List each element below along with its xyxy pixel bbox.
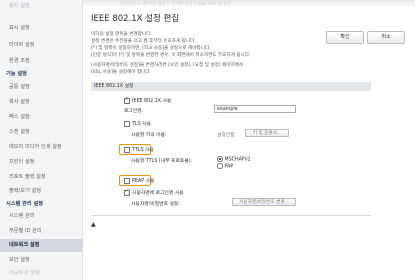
tls-use-label: TLS 사용: [132, 122, 151, 127]
notice-line: [*] 및 항목이 설정하려면, [TLS 사용]을 설정으로 해야합니다.: [91, 46, 211, 51]
notice-line: 설정 변경은 주전원을 끄고 켠 후부터 유효하게 됩니다.: [91, 39, 196, 44]
tls-use-checkbox[interactable]: [124, 120, 130, 127]
page-title: IEEE 802.1X 설정 편집: [91, 14, 180, 24]
ttls-inner-label: 사용할 TTLS (내부 프로토콜):: [131, 159, 193, 164]
sidebar-item-paper[interactable]: 용지 설정: [0, 0, 82, 13]
settings-panel: IEEE 802.1X 사용 로그인명: example TLS 사용 사용할 …: [91, 91, 371, 216]
sidebar-item-dept-id[interactable]: 부문별 ID 관리: [0, 225, 82, 238]
same-user-row: 사용자명에 로그인명 사용: [124, 188, 184, 196]
cancel-button[interactable]: 취소: [367, 31, 405, 44]
ieee-use-checkbox[interactable]: [124, 96, 130, 104]
notice-line: [SSL 사용]을 설정해야 합니다.: [91, 70, 152, 75]
peap-use-checkbox[interactable]: [124, 177, 130, 184]
sidebar-item-printer[interactable]: 프린터 설정: [0, 156, 82, 169]
sidebar-item-scan[interactable]: 스캔 설정: [0, 126, 82, 139]
tls-use-row: TLS 사용: [124, 120, 151, 127]
same-user-checkbox[interactable]: [124, 188, 130, 196]
sidebar: 용지 설정 표시 설정 타이머 설정 환경 조정 기능 설정 공통 설정 복사 …: [0, 0, 83, 280]
ok-button[interactable]: 확인: [326, 31, 364, 44]
ieee-use-label: IEEE 802.1X 사용: [132, 99, 172, 104]
sidebar-item-memory-media[interactable]: 메모리 미디어 인쇄 설정: [0, 141, 82, 154]
tls-key-label: 사용할 키의 이름:: [131, 133, 167, 138]
sidebar-item-fax[interactable]: 팩스 설정: [0, 111, 82, 124]
notice-line: 이하의 설정 항목을 변경합니다.: [91, 32, 152, 37]
section-header: IEEE 802.1X 설정: [91, 82, 371, 91]
same-user-label: 사용자명에 로그인명 사용: [132, 191, 184, 196]
notice-line: [인증 방식]이 [*] 및 항목을 변경한 경우, 이 화면에서 취소하면도 …: [91, 53, 251, 58]
radio-icon: [217, 156, 223, 162]
login-name-input[interactable]: example: [214, 105, 296, 113]
ttls-option-pap[interactable]: PAP: [217, 163, 233, 169]
sidebar-item-timer[interactable]: 타이머 설정: [0, 39, 82, 52]
sidebar-item-common[interactable]: 공통 설정: [0, 81, 82, 94]
change-userpass-button[interactable]: 사용자명/비밀번호 변경...: [232, 198, 296, 206]
login-name-label: 로그인명:: [124, 109, 144, 114]
sidebar-item-security[interactable]: 보안 설정: [0, 254, 82, 267]
radio-icon: [217, 163, 223, 169]
sidebar-item-environment[interactable]: 환경 조정: [0, 55, 82, 68]
ieee-use-row: IEEE 802.1X 사용: [124, 96, 172, 104]
sidebar-item-system-manage[interactable]: 시스템 관리: [0, 210, 82, 223]
sidebar-item-output-view[interactable]: 출력/보기 설정: [0, 185, 82, 198]
peap-use-row: PEAP 사용: [124, 177, 154, 184]
ttls-option-mschapv2[interactable]: MSCHAPv2: [217, 156, 251, 162]
sidebar-item-copy[interactable]: 복사 설정: [0, 96, 82, 109]
sidebar-item-network[interactable]: 네트워크 설정: [0, 239, 82, 252]
ttls-use-checkbox[interactable]: [124, 146, 130, 153]
peap-use-label: PEAP 사용: [132, 179, 155, 184]
ttls-use-row: TTLS 사용: [124, 146, 154, 153]
ttls-use-label: TTLS 사용: [132, 148, 154, 153]
sidebar-group-functions: 기능 설정: [6, 71, 27, 77]
key-certificate-button[interactable]: 키 및 증명서...: [245, 129, 289, 137]
sidebar-item-display[interactable]: 표시 설정: [0, 22, 82, 35]
notice-line: [사용자명/비밀번호 설정]을 변경하려면 [보안 설정], [요청 및 설정]…: [91, 63, 244, 68]
userpass-label: 사용자명/비밀번호 설정:: [131, 202, 180, 207]
page-top-mark[interactable]: ▲: [91, 221, 96, 228]
sidebar-item-remote-ui[interactable]: 리모트UI 설정: [0, 267, 82, 280]
tls-key-value: 설정안함: [217, 133, 235, 138]
sidebar-item-report[interactable]: 리포트 출력 설정: [0, 171, 82, 184]
